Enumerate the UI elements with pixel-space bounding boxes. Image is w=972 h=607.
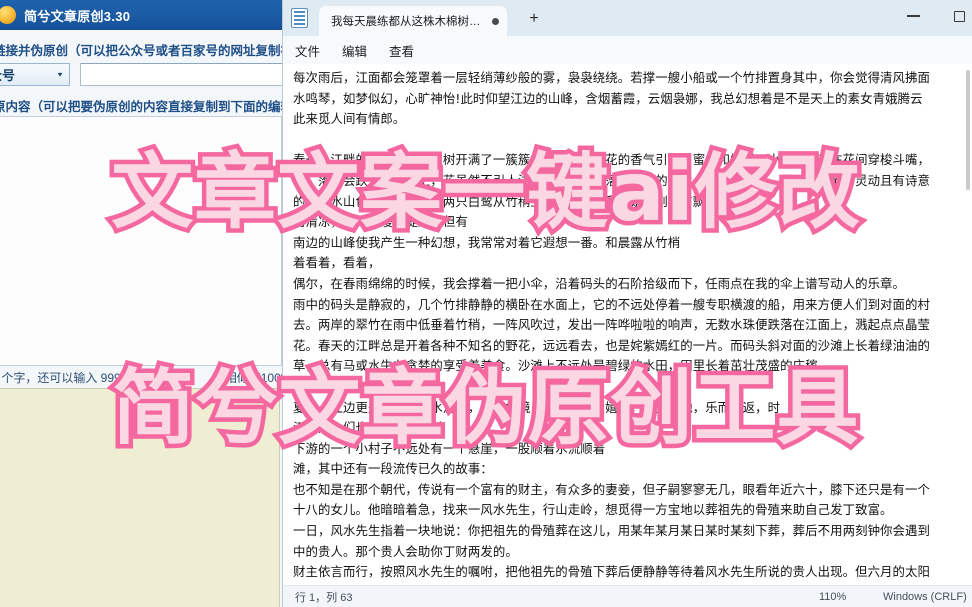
vertical-scrollbar[interactable] <box>964 64 972 585</box>
screenshot-root: 简兮文章原创3.30 粘贴链接并伪原创（可以把公众号或者百家号的网址复制在 公众… <box>0 0 972 607</box>
notepad-icon <box>291 8 308 28</box>
tab-title: 我每天晨练都从这株木棉树下经过， <box>331 16 483 28</box>
paste-content-label: 粘贴原内容（可以把要伪原创的内容直接复制到下面的编辑 <box>0 100 282 114</box>
line-ending-status[interactable]: Windows (CRLF) <box>883 591 967 603</box>
pseudo-original-app-window: 简兮文章原创3.30 粘贴链接并伪原创（可以把公众号或者百家号的网址复制在 公众… <box>0 0 282 607</box>
source-row: 公众号 ▼ <box>0 62 282 86</box>
left-app-logo-icon <box>0 6 16 24</box>
left-app-title: 简兮文章原创3.30 <box>24 8 131 24</box>
unsaved-dot-icon <box>492 17 499 25</box>
caret-position-status: 行 1，列 63 <box>295 591 353 604</box>
minimize-button[interactable] <box>890 0 936 32</box>
plus-icon[interactable]: + <box>523 8 545 30</box>
notepad-tabstrip: 我每天晨练都从这株木棉树下经过， + <box>283 0 972 36</box>
notepad-statusbar: 行 1，列 63 110% Windows (CRLF) UTF-8 <box>283 585 972 607</box>
char-count-status: 输入 0 个字，还可以输入 9999 个字 <box>0 371 155 385</box>
maximize-button[interactable] <box>936 0 972 32</box>
source-type-dropdown[interactable]: 公众号 ▼ <box>0 62 70 86</box>
left-app-titlebar: 简兮文章原创3.30 <box>0 0 282 30</box>
similarity-status: 相似度100% <box>224 371 282 385</box>
menu-view[interactable]: 查看 <box>389 41 414 60</box>
window-controls <box>890 0 972 32</box>
left-app-status-row: 输入 0 个字，还可以输入 9999 个字 相似度100% <box>0 369 282 386</box>
minimize-icon <box>906 15 920 17</box>
menu-edit[interactable]: 编辑 <box>342 41 367 60</box>
notepad-text-area[interactable]: 每次雨后，江面都会笼罩着一层轻绡薄纱般的雾，袅袅绕绕。若撑一艘小船或一个竹排置身… <box>283 64 972 585</box>
scrollbar-thumb[interactable] <box>966 70 970 190</box>
result-output-panel[interactable] <box>0 388 280 607</box>
source-content-editor[interactable] <box>0 116 282 366</box>
menu-file[interactable]: 文件 <box>295 41 320 60</box>
maximize-icon <box>953 10 965 22</box>
zoom-level-status[interactable]: 110% <box>819 591 846 603</box>
tab-document[interactable]: 我每天晨练都从这株木棉树下经过， <box>319 6 507 36</box>
notepad-menubar: 文件 编辑 查看 <box>283 36 972 64</box>
chevron-down-icon: ▼ <box>56 70 64 78</box>
paste-link-label: 粘贴链接并伪原创（可以把公众号或者百家号的网址复制在 <box>0 44 282 58</box>
document-body-text: 每次雨后，江面都会笼罩着一层轻绡薄纱般的雾，袅袅绕绕。若撑一艘小船或一个竹排置身… <box>293 70 931 585</box>
source-type-value: 公众号 <box>0 67 16 83</box>
url-input[interactable] <box>80 62 282 86</box>
left-app-body: 粘贴链接并伪原创（可以把公众号或者百家号的网址复制在 公众号 ▼ 粘贴原内容（可… <box>0 30 282 607</box>
notepad-window: 我每天晨练都从这株木棉树下经过， + 文件 编辑 查看 每次雨后，江面都会笼罩着… <box>282 0 972 607</box>
